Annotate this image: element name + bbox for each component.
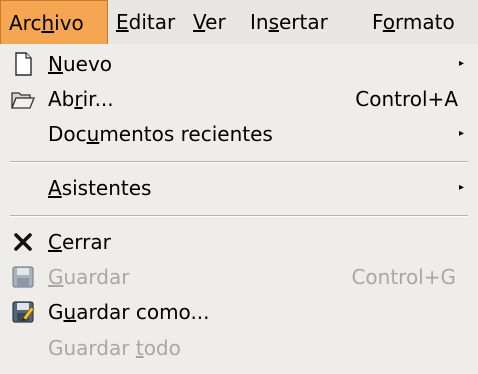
menu-archivo[interactable]: Archivo <box>0 0 108 44</box>
menu-item-guardar-shortcut: Control+G <box>351 265 456 289</box>
menu-insertar-mnemonic: s <box>268 10 279 34</box>
menu-item-abrir-shortcut: Control+A <box>355 87 458 111</box>
menu-bar: Archivo Editar Ver Insertar Formato <box>0 0 478 44</box>
menu-item-asistentes-label: Asistentes <box>48 176 152 200</box>
submenu-arrow-icon: ▸ <box>458 128 464 139</box>
menu-insertar-label-rest: ertar <box>279 10 328 34</box>
new-document-icon <box>15 52 32 76</box>
menu-formato-label: F <box>372 10 383 34</box>
menu-item-guardar-todo-label: Guardar todo <box>48 336 181 360</box>
menu-item-guardar[interactable]: Guardar Control+G <box>0 259 478 295</box>
menu-ver[interactable]: Ver <box>185 0 234 44</box>
menu-editar-mnemonic: E <box>116 10 129 34</box>
archivo-dropdown-menu: Nuevo ▸ Abrir... Control+A Documentos re… <box>0 44 478 374</box>
menu-item-cerrar-label: Cerrar <box>48 230 111 254</box>
menu-separator <box>10 161 468 163</box>
menu-editar[interactable]: Editar <box>108 0 183 44</box>
menu-item-guardar-como[interactable]: Guardar como... <box>0 294 478 330</box>
save-disk-icon <box>12 266 34 288</box>
close-x-icon <box>14 233 32 251</box>
menu-item-nuevo-label: Nuevo <box>48 52 113 76</box>
menu-archivo-mnemonic: h <box>41 11 55 35</box>
save-as-icon <box>12 301 35 323</box>
open-folder-icon <box>11 92 35 109</box>
submenu-arrow-icon: ▸ <box>458 182 464 193</box>
menu-editar-label-rest: ditar <box>128 10 176 34</box>
menu-item-guardar-todo[interactable]: Guardar todo <box>0 330 478 366</box>
menu-item-asistentes[interactable]: Asistentes ▸ <box>0 170 478 206</box>
submenu-arrow-icon: ▸ <box>458 58 464 69</box>
menu-ver-mnemonic: V <box>193 10 206 34</box>
menu-archivo-label: Arc <box>9 11 42 35</box>
menu-item-recientes-label: Documentos recientes <box>48 122 273 146</box>
menu-insertar[interactable]: Insertar <box>242 0 336 44</box>
menu-formato-label-rest: rmato <box>395 10 455 34</box>
menu-separator <box>10 215 468 217</box>
menu-insertar-label: In <box>250 10 269 34</box>
menu-formato[interactable]: Formato <box>364 0 463 44</box>
menu-archivo-label-rest: ivo <box>54 11 84 35</box>
menu-item-nuevo[interactable]: Nuevo ▸ <box>0 46 478 82</box>
menu-item-abrir-label: Abrir... <box>48 87 114 111</box>
menu-item-guardar-label: Guardar <box>48 265 130 289</box>
menu-item-abrir[interactable]: Abrir... Control+A <box>0 81 478 117</box>
menu-ver-label-rest: er <box>205 10 226 34</box>
menu-formato-mnemonic: o <box>382 10 396 34</box>
menu-item-guardar-como-label: Guardar como... <box>48 300 210 324</box>
menu-item-documentos-recientes[interactable]: Documentos recientes ▸ <box>0 116 478 152</box>
menu-item-cerrar[interactable]: Cerrar <box>0 224 478 260</box>
